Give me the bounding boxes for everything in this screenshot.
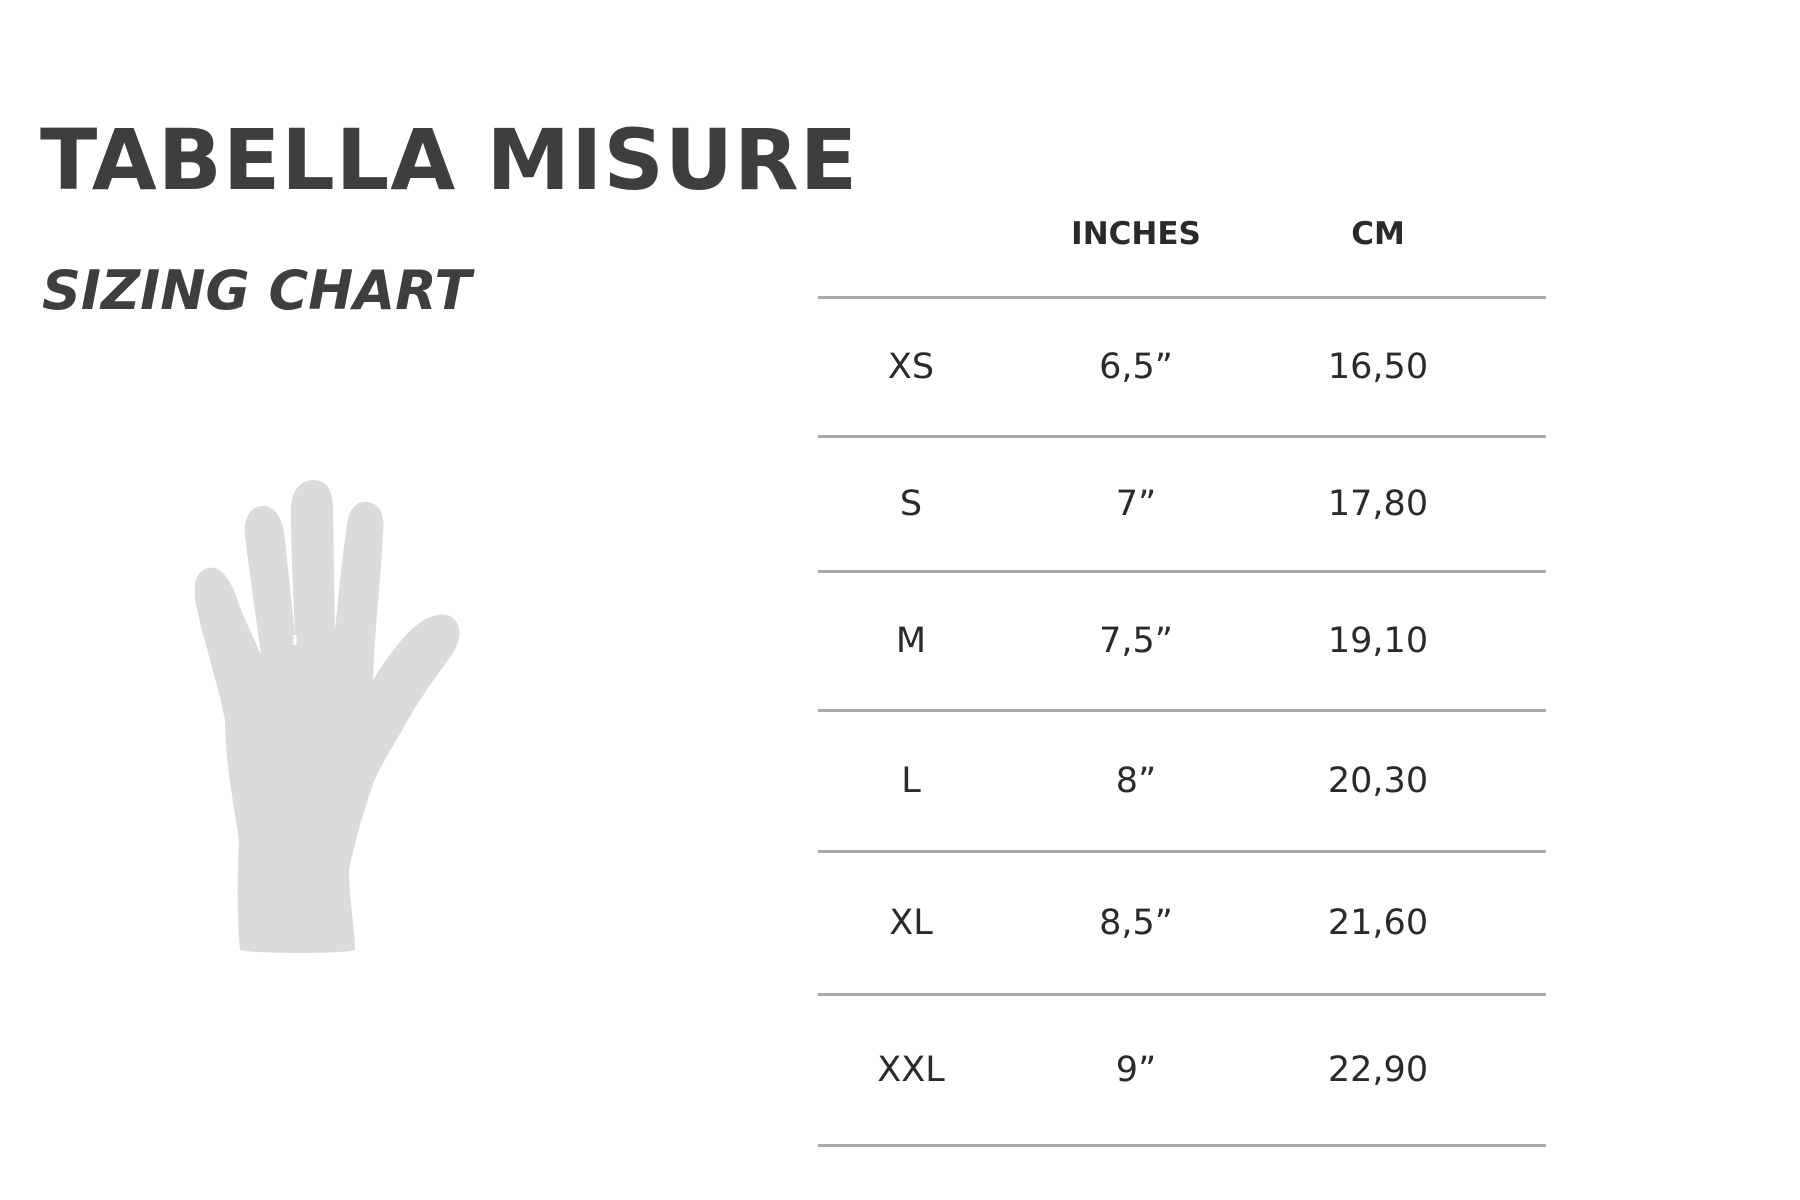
column-header-inches: INCHES <box>1071 216 1201 252</box>
inches-cell: 7” <box>1115 484 1157 524</box>
table-row: S 7” 17,80 <box>818 435 1546 570</box>
cm-cell: 16,50 <box>1327 347 1429 387</box>
size-cell: S <box>899 484 923 524</box>
cm-cell: 19,10 <box>1327 621 1429 661</box>
size-cell: XS <box>887 347 935 387</box>
sizing-table: INCHES CM XS 6,5” 16,50 S 7” 17,80 M 7,5… <box>818 200 1546 1147</box>
inches-cell: 6,5” <box>1099 347 1173 387</box>
inches-cell: 8” <box>1115 761 1157 801</box>
size-cell: XL <box>889 903 933 943</box>
column-header-cm: CM <box>1351 216 1405 252</box>
cm-cell: 20,30 <box>1327 761 1429 801</box>
page-subtitle: SIZING CHART <box>42 259 472 322</box>
table-row: XL 8,5” 21,60 <box>818 850 1546 993</box>
inches-cell: 8,5” <box>1099 903 1173 943</box>
table-row: XXL 9” 22,90 <box>818 993 1546 1147</box>
table-row: XS 6,5” 16,50 <box>818 296 1546 435</box>
cm-cell: 21,60 <box>1327 903 1429 943</box>
size-cell: M <box>895 621 927 661</box>
inches-cell: 9” <box>1115 1050 1157 1090</box>
size-cell: L <box>901 761 921 801</box>
table-row: L 8” 20,30 <box>818 709 1546 850</box>
page-title: TABELLA MISURE <box>40 111 859 209</box>
cm-cell: 17,80 <box>1327 484 1429 524</box>
size-cell: XXL <box>877 1050 945 1090</box>
table-header: INCHES CM <box>818 200 1546 296</box>
table-row: M 7,5” 19,10 <box>818 570 1546 709</box>
inches-cell: 7,5” <box>1099 621 1173 661</box>
cm-cell: 22,90 <box>1327 1050 1429 1090</box>
hand-icon <box>195 480 460 953</box>
